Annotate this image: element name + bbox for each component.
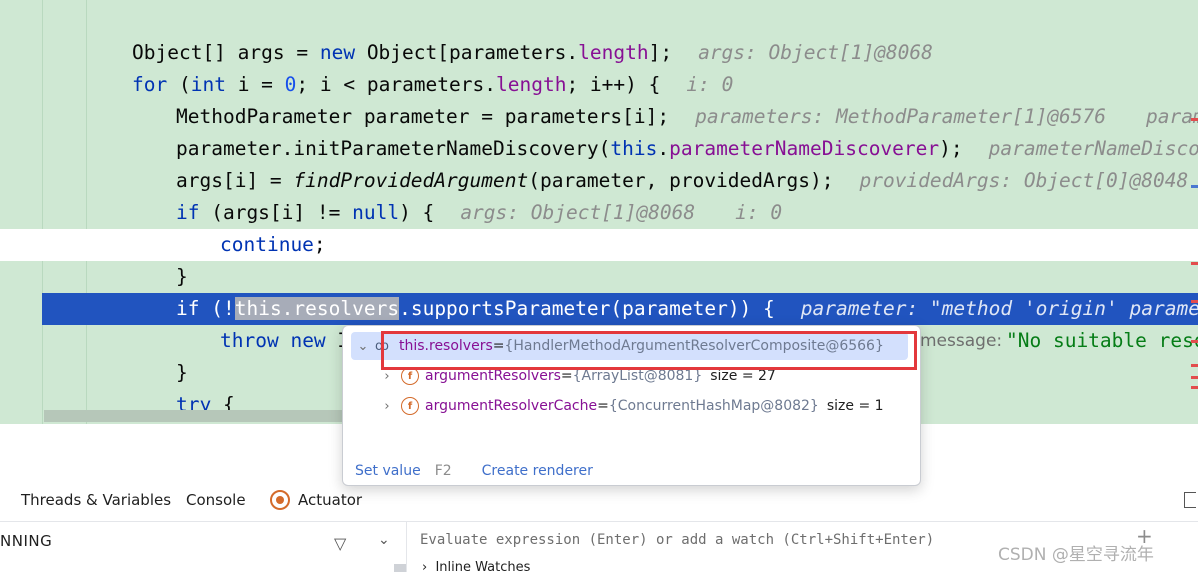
inline-debug-hint: parameterNameDiscoverer: — [988, 137, 1198, 160]
change-marker[interactable] — [1191, 185, 1198, 188]
error-marker[interactable] — [1191, 262, 1198, 265]
code-line[interactable]: } — [0, 261, 1198, 293]
inline-debug-hint: parameter: — [1146, 105, 1198, 128]
layout-icon[interactable] — [1184, 492, 1196, 508]
debug-value-popup[interactable]: ⌄ oo this.resolvers = {HandlerMethodArgu… — [342, 325, 921, 486]
tab-console[interactable]: Console — [186, 491, 246, 509]
chevron-right-icon[interactable]: › — [375, 399, 399, 414]
inline-debug-hint: providedArgs: Object[0]@8048 — [859, 169, 1189, 192]
field-icon: f — [401, 397, 419, 415]
error-marker[interactable] — [1191, 376, 1198, 379]
inline-param-hint: message: — [920, 331, 1003, 351]
inline-debug-hint: args: Object[1]@8068 — [460, 201, 696, 224]
tab-actuator[interactable]: Actuator — [270, 490, 362, 510]
popup-row-argument-resolver-cache[interactable]: › f argumentResolverCache = {ConcurrentH… — [351, 392, 908, 420]
annotation-highlight-box — [381, 331, 917, 370]
code-line[interactable]: continue; — [0, 229, 1198, 261]
code-line[interactable]: MethodParameter parameter = parameters[i… — [0, 101, 1198, 133]
session-status: NNING — [0, 532, 53, 550]
horizontal-scrollbar[interactable] — [44, 410, 344, 422]
error-marker[interactable] — [1191, 386, 1198, 389]
inline-debug-hint: parameter: "method 'origin' parameter 0" — [800, 297, 1198, 320]
error-marker[interactable] — [1191, 300, 1198, 303]
chevron-down-icon[interactable]: ⌄ — [351, 339, 375, 354]
chevron-right-icon[interactable]: › — [375, 369, 399, 384]
error-marker[interactable] — [1191, 118, 1198, 121]
string-literal: "No suitable reso — [1006, 329, 1198, 352]
inline-debug-hint: i: 0 — [686, 73, 734, 96]
inline-debug-hint: i: 0 — [735, 201, 783, 224]
debug-bottom-area: NNING ▽ ⌄ Evaluate expression (Enter) or… — [0, 522, 1198, 572]
popup-footer: Set value F2 Create renderer — [355, 463, 593, 479]
current-execution-line[interactable]: if (!this.resolvers.supportsParameter(pa… — [42, 293, 1198, 325]
panel-separator — [406, 522, 407, 572]
code-line[interactable]: args[i] = findProvidedArgument(parameter… — [0, 165, 1198, 197]
selected-expression: this.resolvers — [234, 297, 400, 320]
code-line[interactable]: parameter.initParameterNameDiscovery(thi… — [0, 133, 1198, 165]
code-line[interactable]: for (int i = 0; i < parameters.length; i… — [0, 69, 1198, 101]
tab-threads-variables[interactable]: Threads & Variables — [21, 491, 171, 509]
inline-debug-hint: parameters: MethodParameter[1]@6576 — [695, 105, 1106, 128]
set-value-link[interactable]: Set value — [355, 463, 421, 479]
watermark: CSDN @星空寻流年 — [998, 545, 1154, 565]
error-marker[interactable] — [1191, 364, 1198, 367]
filter-icon[interactable]: ▽ — [334, 534, 346, 553]
inline-watches-node[interactable]: › Inline Watches — [422, 560, 530, 572]
error-marker[interactable] — [1191, 340, 1198, 343]
shortcut-label: F2 — [434, 463, 452, 479]
code-line[interactable]: if (args[i] != null) {args: Object[1]@80… — [0, 197, 1198, 229]
debug-tab-bar: Threads & Variables Console Actuator — [0, 480, 1198, 522]
frames-scrollbar[interactable] — [394, 564, 406, 572]
code-line[interactable]: Object[] args = new Object[parameters.le… — [0, 37, 1198, 69]
actuator-icon — [270, 490, 290, 510]
chevron-down-icon[interactable]: ⌄ — [378, 532, 390, 548]
evaluate-expression-input[interactable]: Evaluate expression (Enter) or add a wat… — [420, 532, 934, 548]
inline-debug-hint: args: Object[1]@8068 — [698, 41, 933, 64]
create-renderer-link[interactable]: Create renderer — [482, 463, 593, 479]
